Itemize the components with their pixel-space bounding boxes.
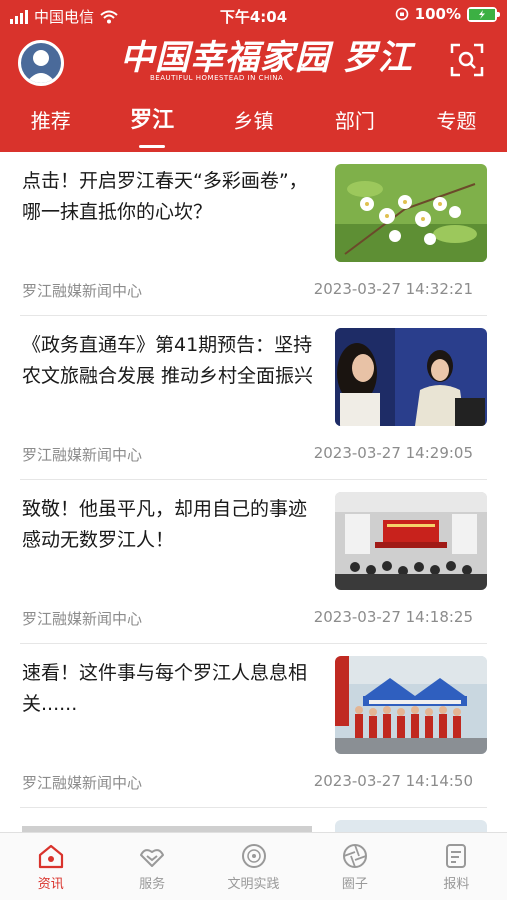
battery-icon	[467, 6, 500, 22]
news-item[interactable]: 速看！这件事与每个罗江人息息相关...... 罗江融媒新闻中心 2023-03-…	[20, 644, 487, 808]
tab-departments[interactable]: 部门	[304, 100, 405, 150]
orientation-lock-icon	[395, 7, 408, 21]
tab-news-label: 资讯	[37, 877, 64, 892]
cut-off-title	[22, 822, 312, 832]
news-item[interactable]: 致敬！他虽平凡，却用自己的事迹感动无数罗江人！ 罗江融媒新闻中心 2023-03…	[20, 480, 487, 644]
white-flowers-photo	[335, 164, 487, 262]
tab-luojiang[interactable]: 罗江	[101, 100, 202, 150]
news-time: 2023-03-27 14:29:05	[313, 444, 473, 462]
category-nav: 推荐 罗江 乡镇 部门 专题	[0, 100, 507, 150]
app-header: 中国电信 下午4:04 100% 中国幸福家园 罗江 BEAUTIFUL HOM…	[0, 0, 507, 152]
tab-towns[interactable]: 乡镇	[203, 100, 304, 150]
outdoor-event-photo	[335, 656, 487, 754]
news-feed: 点击！开启罗江春天“多彩画卷”，哪一抹直抵你的心坎？ 罗江融媒新闻中心 2023…	[0, 152, 507, 832]
tab-circle-label: 圈子	[341, 877, 368, 892]
user-avatar-button[interactable]	[18, 40, 64, 86]
interview-photo	[335, 328, 487, 426]
handshake-icon	[140, 849, 165, 867]
news-time: 2023-03-27 14:14:50	[313, 772, 473, 790]
user-avatar-icon	[21, 43, 61, 83]
news-source: 罗江融媒新闻中心	[22, 610, 143, 628]
tab-civilization[interactable]: 文明实践	[203, 833, 304, 900]
news-title: 《政务直通车》第41期预告：坚持农文旅融合发展 推动乡村全面振兴	[22, 334, 314, 387]
tab-report-label: 报料	[443, 877, 470, 892]
emblem-icon	[241, 844, 266, 868]
report-icon	[446, 844, 467, 868]
news-source: 罗江融媒新闻中心	[22, 282, 143, 300]
news-thumbnail	[335, 492, 487, 590]
news-thumbnail	[335, 164, 487, 262]
news-thumbnail	[335, 328, 487, 426]
news-source: 罗江融媒新闻中心	[22, 774, 143, 792]
news-title: 点击！开启罗江春天“多彩画卷”，哪一抹直抵你的心坎？	[22, 170, 308, 223]
logo-main-text: 中国幸福家园 罗江	[120, 38, 413, 78]
news-title: 致敬！他虽平凡，却用自己的事迹感动无数罗江人！	[22, 498, 308, 551]
tab-services[interactable]: 服务	[101, 833, 202, 900]
battery-percent: 100%	[414, 5, 461, 23]
status-right: 100%	[395, 5, 500, 23]
news-item[interactable]: 《政务直通车》第41期预告：坚持农文旅融合发展 推动乡村全面振兴 罗江融媒新闻中…	[20, 316, 487, 480]
aperture-icon	[342, 844, 367, 868]
scan-icon	[450, 43, 484, 77]
logo-sub-text: BEAUTIFUL HOMESTEAD IN CHINA	[150, 74, 284, 82]
status-bar: 中国电信 下午4:04 100%	[0, 0, 507, 30]
tab-services-label: 服务	[139, 877, 166, 892]
tab-circle[interactable]: 圈子	[304, 833, 405, 900]
app-logo: 中国幸福家园 罗江 BEAUTIFUL HOMESTEAD IN CHINA	[120, 38, 413, 86]
news-item[interactable]: 点击！开启罗江春天“多彩画卷”，哪一抹直抵你的心坎？ 罗江融媒新闻中心 2023…	[20, 152, 487, 316]
tab-recommend[interactable]: 推荐	[0, 100, 101, 150]
news-item-partial[interactable]	[20, 808, 487, 832]
news-time: 2023-03-27 14:32:21	[313, 280, 473, 298]
news-thumbnail	[335, 656, 487, 754]
bottom-tab-bar: 资讯 服务 文明实践 圈子 报料	[0, 832, 507, 900]
tab-news[interactable]: 资讯	[0, 833, 101, 900]
news-source: 罗江融媒新闻中心	[22, 446, 143, 464]
scan-button[interactable]	[449, 42, 485, 78]
news-title: 速看！这件事与每个罗江人息息相关......	[22, 662, 308, 715]
tab-civilization-label: 文明实践	[227, 877, 280, 892]
cut-off-thumbnail	[335, 820, 487, 832]
tab-topics[interactable]: 专题	[406, 100, 507, 150]
tab-report[interactable]: 报料	[406, 833, 507, 900]
meeting-hall-photo	[335, 492, 487, 590]
home-icon	[38, 844, 63, 869]
news-time: 2023-03-27 14:18:25	[313, 608, 473, 626]
